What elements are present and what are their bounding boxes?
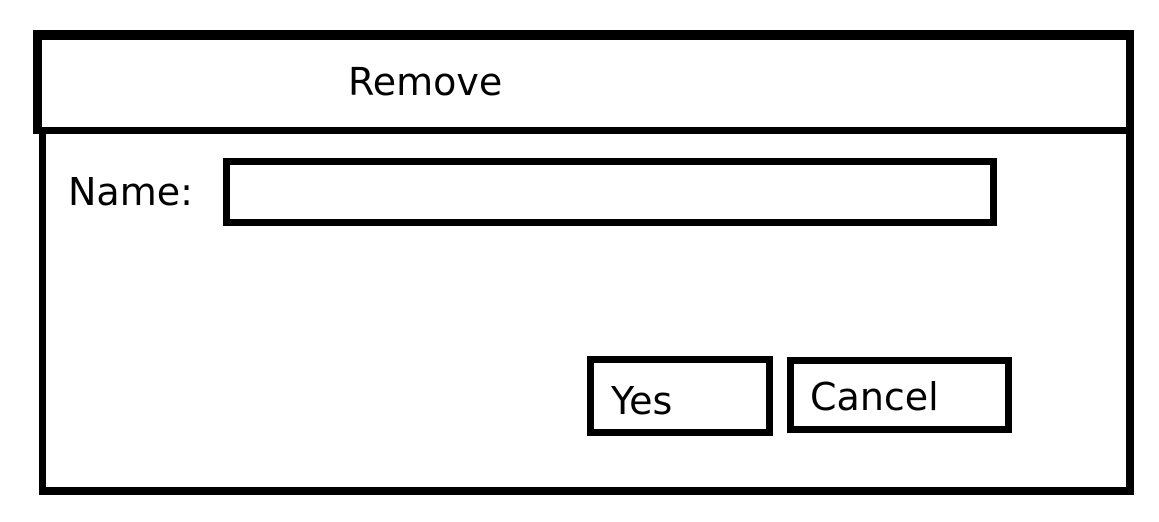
dialog-title: Remove — [348, 60, 503, 104]
cancel-button[interactable]: Cancel — [787, 357, 1012, 433]
dialog-border-left-title — [33, 30, 42, 134]
name-input[interactable] — [223, 158, 997, 226]
title-bar-divider — [33, 127, 1134, 134]
dialog-border-top — [33, 30, 1134, 40]
dialog-border-bottom — [39, 487, 1134, 495]
dialog-border-left — [39, 130, 46, 495]
yes-button-label: Yes — [611, 379, 673, 423]
yes-button[interactable]: Yes — [587, 356, 773, 436]
cancel-button-label: Cancel — [810, 375, 939, 419]
dialog-border-right — [1126, 30, 1134, 495]
name-label: Name: — [68, 170, 193, 214]
